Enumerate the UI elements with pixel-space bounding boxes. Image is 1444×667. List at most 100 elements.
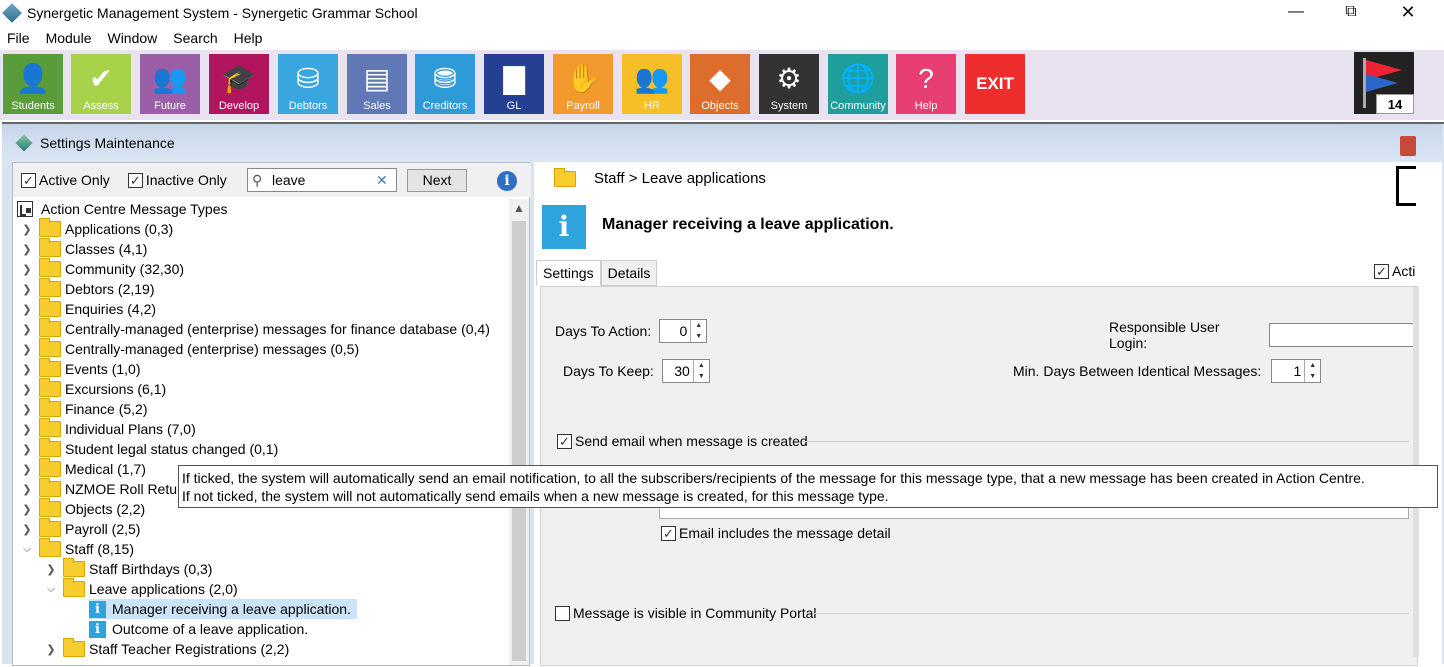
expand-icon[interactable] <box>1396 166 1416 206</box>
info-icon: i <box>89 600 106 618</box>
menu-help[interactable]: Help <box>226 30 271 46</box>
chevron-right-icon[interactable]: ❯ <box>21 283 33 296</box>
toolbar-hr-button[interactable]: 👥 HR <box>622 54 682 114</box>
globe-icon: 🌐 <box>840 63 876 94</box>
responsible-user-input[interactable] <box>1269 323 1417 347</box>
tree-item[interactable]: i Outcome of a leave application. <box>89 619 308 639</box>
tree-item[interactable]: ❯ Individual Plans (7,0) <box>21 418 196 439</box>
chevron-right-icon[interactable]: ❯ <box>21 363 33 376</box>
tree-scrollbar[interactable]: ▲ <box>509 199 529 665</box>
scroll-thumb[interactable] <box>512 221 526 661</box>
min-days-row: Min. Days Between Identical Messages: 1 … <box>1013 359 1322 383</box>
chevron-right-icon[interactable]: ❯ <box>45 643 57 656</box>
toolbar-students-button[interactable]: 👤 Students <box>3 54 63 114</box>
folder-icon <box>39 218 61 237</box>
tree-item[interactable]: ❯ Student legal status changed (0,1) <box>21 438 278 459</box>
community-portal-checkbox[interactable]: Message is visible in Community Portal <box>555 605 817 621</box>
toolbar-community-button[interactable]: 🌐 Community <box>828 54 888 114</box>
menu-module[interactable]: Module <box>38 30 100 46</box>
chevron-right-icon[interactable]: ❯ <box>21 503 33 516</box>
toolbar-assess-button[interactable]: ✔ Assess <box>71 54 131 114</box>
chevron-right-icon[interactable]: ❯ <box>21 263 33 276</box>
toolbar-creditors-button[interactable]: ⛃ Creditors <box>415 54 475 114</box>
chevron-right-icon[interactable]: ❯ <box>45 563 57 576</box>
tree-item[interactable]: ❯ Excursions (6,1) <box>21 378 166 399</box>
active-only-checkbox[interactable]: Active Only <box>21 172 110 188</box>
toolbar-exit-button[interactable]: EXIT <box>965 54 1025 114</box>
menu-search[interactable]: Search <box>165 30 225 46</box>
menu-window[interactable]: Window <box>99 30 165 46</box>
inner-close-button[interactable] <box>1400 136 1416 156</box>
tree-item[interactable]: ❯ Staff Teacher Registrations (2,2) <box>45 638 289 659</box>
email-detail-checkbox[interactable]: Email includes the message detail <box>661 525 891 541</box>
tree-item[interactable]: ❯ Payroll (2,5) <box>21 518 140 539</box>
toolbar-sales-button[interactable]: ▤ Sales <box>347 54 407 114</box>
folder-icon <box>39 318 61 337</box>
tree-item[interactable]: ❯ Finance (5,2) <box>21 398 147 419</box>
chevron-right-icon[interactable]: ❯ <box>21 343 33 356</box>
scroll-up-icon[interactable]: ▲ <box>513 201 525 215</box>
tree-item[interactable]: ❯ Staff Birthdays (0,3) <box>45 558 212 579</box>
tree-item-label: Outcome of a leave application. <box>112 621 309 637</box>
spin-arrows-icon[interactable]: ▲ ▼ <box>690 320 706 342</box>
next-button[interactable]: Next <box>407 169 467 192</box>
window-diamond-icon <box>15 134 33 152</box>
tree-item[interactable]: ❯ Medical (1,7) <box>21 458 146 479</box>
chevron-down-icon[interactable]: ⌵ <box>45 583 57 595</box>
toolbar-develop-button[interactable]: 🎓 Develop <box>209 54 269 114</box>
chevron-down-icon[interactable]: ⌵ <box>21 543 33 555</box>
tab-details[interactable]: Details <box>600 260 658 286</box>
search-input[interactable]: ⚲ leave ✕ <box>247 168 397 192</box>
chevron-right-icon[interactable]: ❯ <box>21 463 33 476</box>
info-icon[interactable]: i <box>497 171 517 191</box>
checkbox-checked-icon <box>21 172 36 188</box>
chevron-right-icon[interactable]: ❯ <box>21 443 33 456</box>
chevron-right-icon[interactable]: ❯ <box>21 243 33 256</box>
min-days-stepper[interactable]: 1 ▲ ▼ <box>1271 359 1322 383</box>
tree-item-leave-applications[interactable]: ⌵ Leave applications (2,0) <box>45 578 238 599</box>
tree-item-selected[interactable]: i Manager receiving a leave application. <box>89 599 357 619</box>
chevron-right-icon[interactable]: ❯ <box>21 403 33 416</box>
chevron-right-icon[interactable]: ❯ <box>21 423 33 436</box>
tab-settings[interactable]: Settings <box>536 260 601 286</box>
chevron-right-icon[interactable]: ❯ <box>21 223 33 236</box>
send-email-checkbox[interactable]: Send email when message is created <box>557 433 808 449</box>
toolbar-future-button[interactable]: 👥 Future <box>140 54 200 114</box>
tree-item[interactable]: ❯ Enquiries (4,2) <box>21 298 156 319</box>
close-button[interactable]: ✕ <box>1380 0 1436 24</box>
toolbar-help-button[interactable]: ? Help <box>896 54 956 114</box>
toolbar-debtors-button[interactable]: ⛁ Debtors <box>278 54 338 114</box>
toolbar-payroll-button[interactable]: ✋ Payroll <box>553 54 613 114</box>
tree-item[interactable]: ❯ Events (1,0) <box>21 358 140 379</box>
days-to-action-stepper[interactable]: 0 ▲ ▼ <box>659 319 708 343</box>
tree-root[interactable]: Action Centre Message Types <box>17 199 228 219</box>
tree-item[interactable]: ❯ Community (32,30) <box>21 258 184 279</box>
maximize-button[interactable]: ⧉ <box>1323 0 1379 24</box>
chevron-right-icon[interactable]: ❯ <box>21 303 33 316</box>
tree-item[interactable]: ❯ Applications (0,3) <box>21 218 173 239</box>
tree-item[interactable]: ❯ Centrally-managed (enterprise) messages… <box>21 318 490 339</box>
tree-item[interactable]: ❯ Centrally-managed (enterprise) messages… <box>21 338 359 359</box>
spin-arrows-icon[interactable]: ▲ ▼ <box>1304 360 1320 382</box>
flag-notifications-button[interactable]: 14 <box>1354 52 1414 114</box>
inactive-only-checkbox[interactable]: Inactive Only <box>127 172 227 188</box>
tree-item[interactable]: ❯ Debtors (2,19) <box>21 278 154 299</box>
chevron-right-icon[interactable]: ❯ <box>21 523 33 536</box>
menu-file[interactable]: File <box>0 30 38 46</box>
chevron-right-icon[interactable]: ❯ <box>21 483 33 496</box>
tree-item[interactable]: ❯ NZMOE Roll Return <box>21 478 189 499</box>
days-to-keep-stepper[interactable]: 30 ▲ ▼ <box>661 359 710 383</box>
toolbar-system-button[interactable]: ⚙ System <box>759 54 819 114</box>
clear-icon[interactable]: ✕ <box>376 172 392 189</box>
tree-item[interactable]: ❯ Classes (4,1) <box>21 238 147 259</box>
spin-arrows-icon[interactable]: ▲ ▼ <box>692 360 709 382</box>
chevron-right-icon[interactable]: ❯ <box>21 383 33 396</box>
toolbar-objects-button[interactable]: ◆ Objects <box>690 54 750 114</box>
active-checkbox[interactable]: Acti <box>1374 263 1415 279</box>
tree-item[interactable]: ❯ Objects (2,2) <box>21 498 145 519</box>
chevron-right-icon[interactable]: ❯ <box>21 323 33 336</box>
tree-item-staff[interactable]: ⌵ Staff (8,15) <box>21 538 134 559</box>
toolbar-gl-button[interactable]: ▇ GL <box>484 54 544 114</box>
minimize-button[interactable]: — <box>1268 0 1324 24</box>
people-plus-icon: 👥 <box>152 63 188 94</box>
